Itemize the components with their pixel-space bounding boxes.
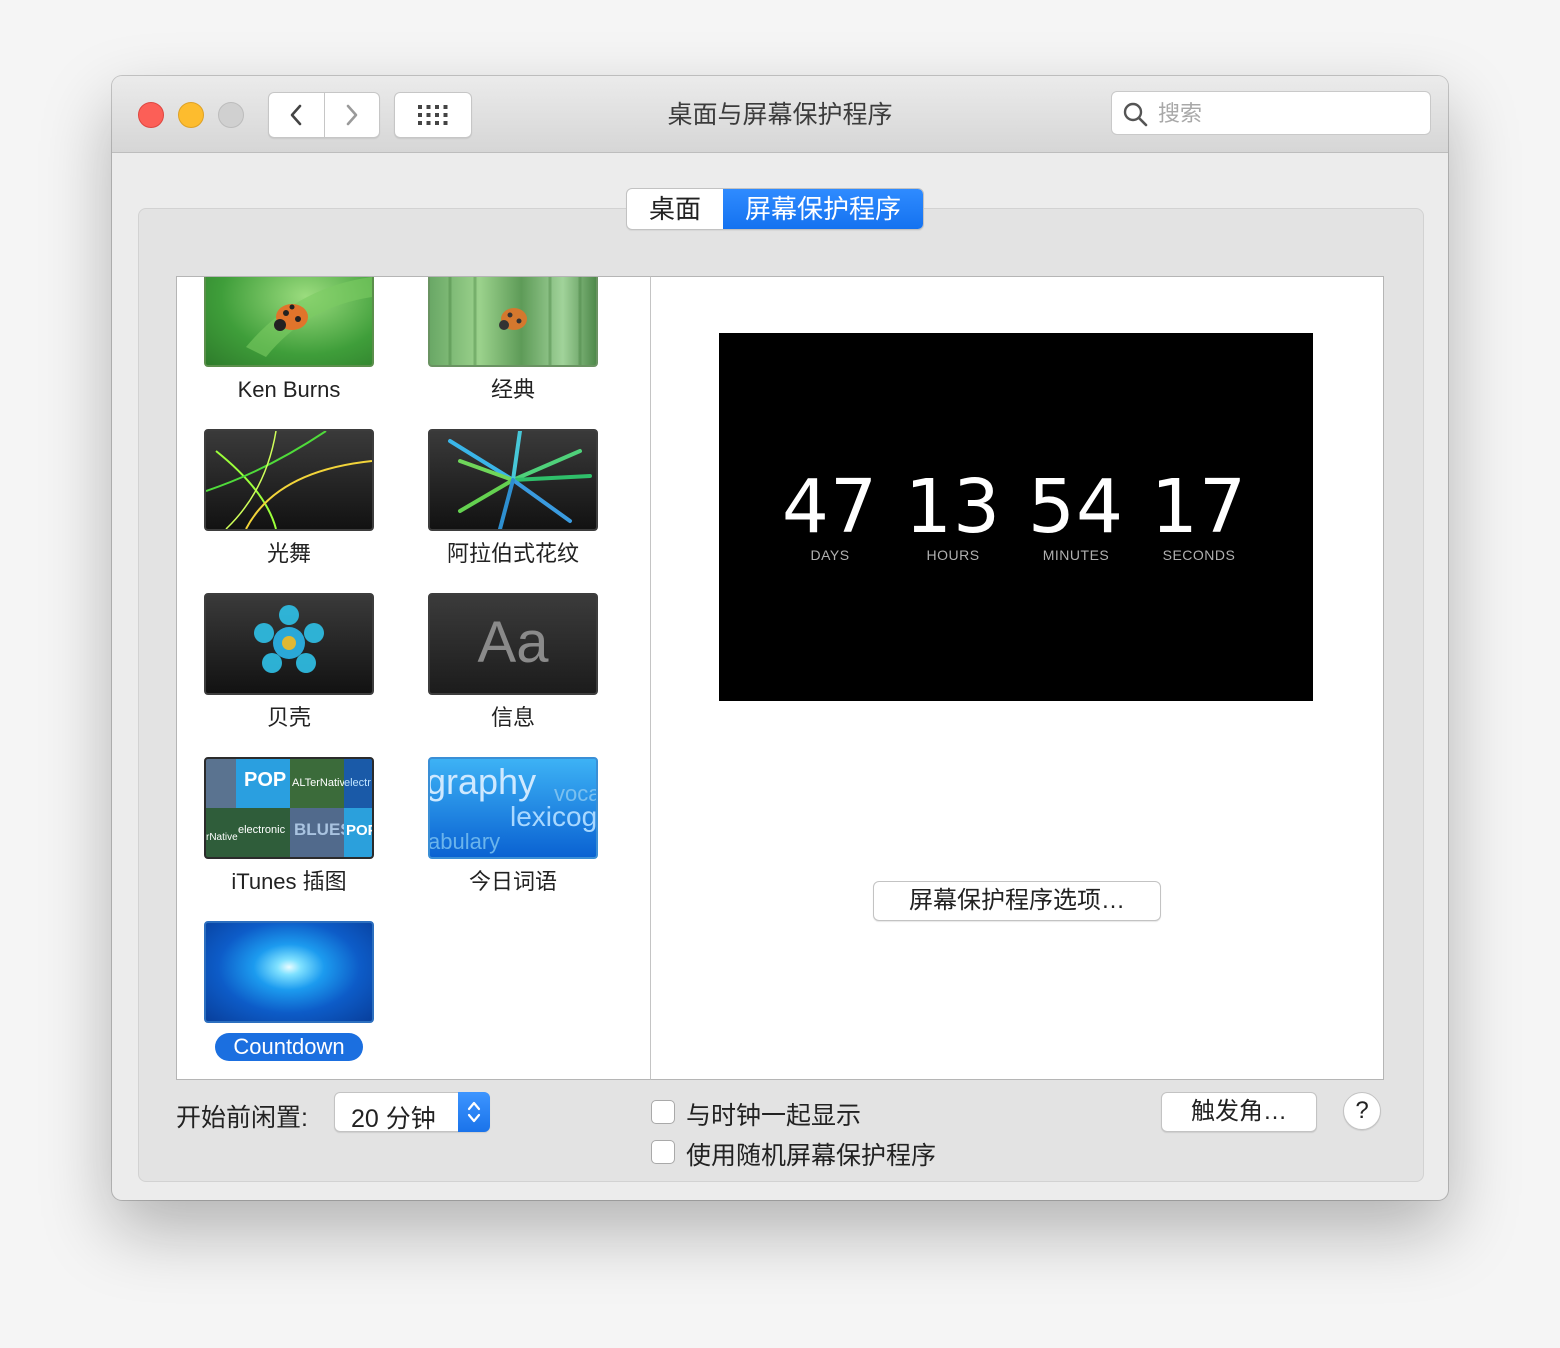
screensaver-classic[interactable]: 经典	[413, 277, 613, 403]
screensaver-countdown[interactable]: Countdown	[189, 921, 389, 1061]
message-thumb-text: Aa	[477, 610, 549, 675]
screensaver-word-of-the-day[interactable]: graphy voca lexicog abulary 今日词语	[413, 757, 613, 895]
countdown-value: 13	[904, 464, 1002, 550]
search-input[interactable]	[1156, 94, 1420, 134]
screensaver-label: 贝壳	[266, 705, 311, 730]
shell-thumbnail	[204, 593, 374, 695]
word-thumb-text: lexicog	[510, 801, 598, 832]
itunes-tile-text: ALTerNative	[292, 777, 352, 789]
screensaver-label: 今日词语	[468, 869, 557, 894]
screensaver-shell[interactable]: 贝壳	[189, 593, 389, 731]
itunes-tile-text: POP	[346, 822, 372, 839]
itunes-tile-text: electronic	[238, 824, 286, 836]
countdown-value: 17	[1150, 464, 1248, 550]
screensaver-label: 光舞	[266, 541, 311, 566]
countdown-preview: 47 DAYS 13 HOURS 54 MINUTES 17 SECONDS	[719, 333, 1313, 701]
word-thumb-text: graphy	[428, 761, 537, 802]
search-icon	[1123, 102, 1148, 127]
tab-control: 桌面 屏幕保护程序	[626, 188, 925, 230]
popup-arrows-icon	[458, 1092, 490, 1132]
word-of-the-day-thumbnail: graphy voca lexicog abulary	[428, 757, 598, 859]
ken-burns-thumbnail	[204, 277, 374, 367]
screensaver-label: 经典	[490, 377, 535, 402]
countdown-thumbnail	[204, 921, 374, 1023]
screensaver-list[interactable]: Ken Burns 经典 光舞 阿拉伯式花纹 贝壳 Aa 信息 POP ALTe…	[176, 276, 652, 1080]
countdown-value: 47	[781, 464, 879, 550]
back-button[interactable]	[269, 93, 325, 137]
word-thumb-text: abulary	[428, 829, 501, 854]
countdown-minutes: 54 MINUTES	[1011, 469, 1141, 563]
chevron-left-icon	[290, 104, 302, 126]
forward-button[interactable]	[325, 93, 380, 137]
screensaver-ken-burns[interactable]: Ken Burns	[189, 277, 389, 403]
search-field[interactable]	[1111, 91, 1431, 135]
itunes-artwork-thumbnail: POP ALTerNative electr rNative electroni…	[204, 757, 374, 859]
screensaver-label-selected: Countdown	[215, 1033, 363, 1061]
chevron-right-icon	[346, 104, 358, 126]
navigation-buttons	[268, 92, 380, 138]
hot-corners-button[interactable]: 触发角…	[1161, 1092, 1317, 1132]
idle-time-popup[interactable]: 20 分钟	[334, 1092, 490, 1133]
screensaver-arabesque[interactable]: 阿拉伯式花纹	[413, 429, 613, 567]
show-with-clock-checkbox[interactable]	[651, 1100, 675, 1124]
screensaver-label: Ken Burns	[237, 377, 341, 402]
screensaver-label: 信息	[490, 705, 535, 730]
arabesque-thumbnail	[428, 429, 598, 531]
idle-label: 开始前闲置:	[176, 1104, 308, 1132]
message-thumbnail: Aa	[428, 593, 598, 695]
itunes-tile-text: POP	[244, 769, 287, 791]
close-window-button[interactable]	[138, 102, 164, 128]
itunes-tile-text: electr	[344, 777, 371, 789]
zoom-window-button[interactable]	[218, 102, 244, 128]
random-screensaver-checkbox[interactable]	[651, 1140, 675, 1164]
countdown-days: 47 DAYS	[765, 469, 895, 563]
minimize-window-button[interactable]	[178, 102, 204, 128]
screensaver-itunes-artwork[interactable]: POP ALTerNative electr rNative electroni…	[189, 757, 389, 895]
tab-screen-saver[interactable]: 屏幕保护程序	[723, 189, 924, 229]
tab-desktop[interactable]: 桌面	[627, 189, 723, 229]
screensaver-label: iTunes 插图	[231, 869, 347, 894]
flurry-thumbnail	[204, 429, 374, 531]
idle-time-value: 20 分钟	[351, 1105, 436, 1133]
help-button[interactable]: ?	[1343, 1092, 1381, 1130]
screensaver-message[interactable]: Aa 信息	[413, 593, 613, 731]
screensaver-label: 阿拉伯式花纹	[446, 541, 579, 566]
screensaver-options-button[interactable]: 屏幕保护程序选项…	[873, 881, 1161, 921]
preview-pane: 47 DAYS 13 HOURS 54 MINUTES 17 SECONDS 屏…	[650, 276, 1384, 1080]
system-preferences-window: 桌面与屏幕保护程序 桌面 屏幕保护程序 Ken Burns	[112, 76, 1448, 1200]
screensaver-flurry[interactable]: 光舞	[189, 429, 389, 567]
grid-icon	[418, 105, 448, 125]
countdown-value: 54	[1027, 464, 1125, 550]
countdown-seconds: 17 SECONDS	[1134, 469, 1264, 563]
itunes-tile-text: rNative	[206, 832, 238, 843]
title-bar: 桌面与屏幕保护程序	[112, 76, 1448, 153]
show-all-button[interactable]	[394, 92, 472, 138]
countdown-hours: 13 HOURS	[888, 469, 1018, 563]
show-with-clock-label[interactable]: 与时钟一起显示	[686, 1096, 861, 1132]
itunes-tile-text: BLUES	[294, 820, 352, 839]
classic-thumbnail	[428, 277, 598, 367]
random-screensaver-label[interactable]: 使用随机屏幕保护程序	[686, 1136, 936, 1172]
